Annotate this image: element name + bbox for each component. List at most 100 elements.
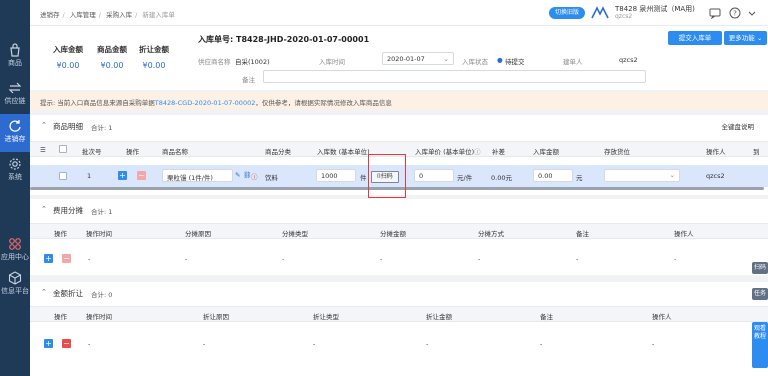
tip-suffix: ，仅供参考，请根据实际情况修改入库商品信息 [255, 99, 392, 107]
section-count: 合计: 1 [91, 123, 113, 132]
sidebar-item-goods[interactable]: 商品 [0, 38, 30, 76]
message-icon[interactable] [709, 7, 721, 19]
cube-icon [8, 271, 22, 285]
supplier-value: 自采(1002) [235, 58, 270, 66]
remove-row-button[interactable]: − [137, 171, 146, 180]
breadcrumb: 进销存 / 入库管理 / 采购入库 / 新建入库单 [40, 11, 175, 19]
select-all-checkbox[interactable] [59, 145, 67, 153]
breadcrumb-item[interactable]: 入库管理 [70, 11, 96, 19]
keyboard-help-link[interactable]: 全键盘说明 [722, 121, 755, 131]
breadcrumb-item[interactable]: 采购入库 [106, 11, 132, 19]
sidebar-item-label: 进销存 [4, 135, 26, 143]
remove-row-button[interactable]: − [62, 339, 71, 348]
table-cell: - [203, 340, 206, 348]
status-value: 待提交 [505, 58, 525, 66]
column-header: 商品分类 [265, 148, 291, 156]
edit-icon[interactable]: ✎ [235, 171, 240, 179]
column-header: 备注 [576, 230, 589, 238]
info-icon[interactable]: ⓘ [251, 171, 258, 181]
column-header: 商品名称 [162, 148, 188, 156]
stat-inbound-amount: 入库金额 ¥0.00 [44, 44, 92, 70]
tip-purchase-link[interactable]: T8428-CGD-2020-01-07-00002 [155, 99, 256, 107]
svg-text:?: ? [733, 10, 737, 18]
add-row-button[interactable]: + [44, 339, 53, 348]
scan-button[interactable]: ⌷扫码 [371, 171, 399, 183]
more-functions-button[interactable]: 更多功能 ⌄ [724, 31, 767, 45]
diff-value: 0.00元 [491, 174, 512, 182]
order-header: 入库金额 ¥0.00 商品金额 ¥0.00 折让金额 ¥0.00 入库单号: T… [30, 26, 768, 90]
status-label: 入库状态 [462, 58, 488, 66]
discount-section-header[interactable]: ⌃ 金额折让 合计: 0 [30, 282, 768, 302]
column-header: 分摊原因 [185, 230, 211, 238]
switch-old-version-button[interactable]: 切换旧版 [549, 7, 585, 19]
stat-label: 入库金额 [53, 45, 83, 54]
goods-category: 饮料 [265, 174, 278, 182]
sidebar: 商品 供应链 进销存 系统 应用中心 信息平台 [0, 0, 30, 376]
amount-unit: 元 [576, 174, 583, 182]
chevron-up-icon: ⌃ [41, 205, 47, 213]
apps-icon [9, 238, 21, 250]
float-task-button[interactable]: 任务 [752, 288, 768, 300]
breadcrumb-current: 新建入库单 [142, 11, 175, 19]
table-row: + − - - - - - - [30, 332, 768, 354]
sidebar-item-label: 商品 [8, 59, 22, 67]
discount-section: ⌃ 金额折让 合计: 0 操作 操作时间 折让原因 折让类型 折让金额 备注 操… [30, 282, 768, 376]
settings-icon[interactable]: ☰ [40, 146, 46, 154]
section-count: 合计: 0 [91, 290, 113, 299]
goods-section-header[interactable]: ⌃ 商品明细 合计: 1 全键盘说明 [30, 115, 768, 135]
allocation-section-header[interactable]: ⌃ 费用分摊 合计: 1 [30, 199, 768, 219]
section-title: 费用分摊 [53, 206, 83, 215]
amount-input[interactable]: 0.00 [533, 169, 573, 182]
date-input[interactable]: 2020-01-07 ⌄ [382, 52, 454, 65]
breadcrumb-item[interactable]: 进销存 [40, 11, 60, 19]
column-header: 折让类型 [313, 313, 339, 321]
table-cell: - [576, 255, 579, 263]
column-header: 操作时间 [86, 313, 112, 321]
table-cell: - [282, 255, 285, 263]
section-title: 金额折让 [53, 289, 83, 298]
date-label: 入库时间 [319, 58, 345, 66]
stat-label: 商品金额 [97, 45, 127, 54]
location-select[interactable]: ⌄ [604, 169, 680, 182]
price-input[interactable]: 0 [414, 169, 454, 182]
table-cell: - [540, 340, 543, 348]
sidebar-item-label: 供应链 [4, 97, 26, 105]
tip-prefix: 提示: 当前入口商品信息来源自采购单据 [40, 99, 155, 107]
stat-goods-amount: 商品金额 ¥0.00 [88, 44, 136, 70]
chevron-down-icon[interactable] [746, 7, 758, 19]
creator-value: qzcs2 [619, 56, 638, 64]
company-switcher[interactable]: T8428 泉州测试（MA用) qzcs2 [615, 5, 695, 21]
column-header: 存放货位 [604, 148, 630, 156]
add-row-button[interactable]: + [118, 171, 127, 180]
column-header: 折让原因 [203, 313, 229, 321]
sidebar-item-supply[interactable]: 供应链 [0, 76, 30, 114]
table-cell: - [185, 255, 188, 263]
help-icon[interactable]: ⓘ [474, 146, 481, 156]
column-header: 分摊方式 [478, 230, 504, 238]
remark-input[interactable] [263, 70, 646, 83]
row-checkbox[interactable] [59, 172, 67, 180]
float-scan-button[interactable]: 扫码 [752, 262, 768, 274]
chevron-down-icon: ⌄ [443, 55, 449, 63]
table-cell: - [674, 255, 677, 263]
help-icon[interactable]: ? [729, 7, 741, 19]
chevron-up-icon: ⌃ [41, 288, 47, 296]
table-cell: - [313, 340, 316, 348]
tip-banner: 提示: 当前入口商品信息来源自采购单据T8428-CGD-2020-01-07-… [30, 92, 768, 110]
goods-name-input[interactable]: 栗粒馒 (1件/件) [162, 169, 233, 182]
submit-order-button[interactable]: 提交入库单 [668, 31, 722, 45]
remove-row-button[interactable]: − [62, 254, 71, 263]
section-count: 合计: 1 [91, 207, 113, 216]
sidebar-item-system[interactable]: 系统 [0, 152, 30, 190]
float-tutorial-button[interactable]: 观看教程 [752, 322, 768, 368]
column-header: 操作人 [674, 230, 694, 238]
sidebar-item-inventory[interactable]: 进销存 [0, 114, 30, 152]
sidebar-item-label: 信息平台 [1, 287, 29, 295]
company-user: qzcs2 [615, 13, 633, 20]
order-number: 入库单号: T8428-JHD-2020-01-07-00001 [198, 35, 370, 44]
chevron-up-icon: ⌃ [41, 121, 47, 129]
sidebar-item-apps[interactable]: 应用中心 [0, 232, 30, 270]
qty-input[interactable]: 1000 [316, 169, 356, 182]
sidebar-item-info[interactable]: 信息平台 [0, 266, 30, 304]
add-row-button[interactable]: + [44, 254, 53, 263]
